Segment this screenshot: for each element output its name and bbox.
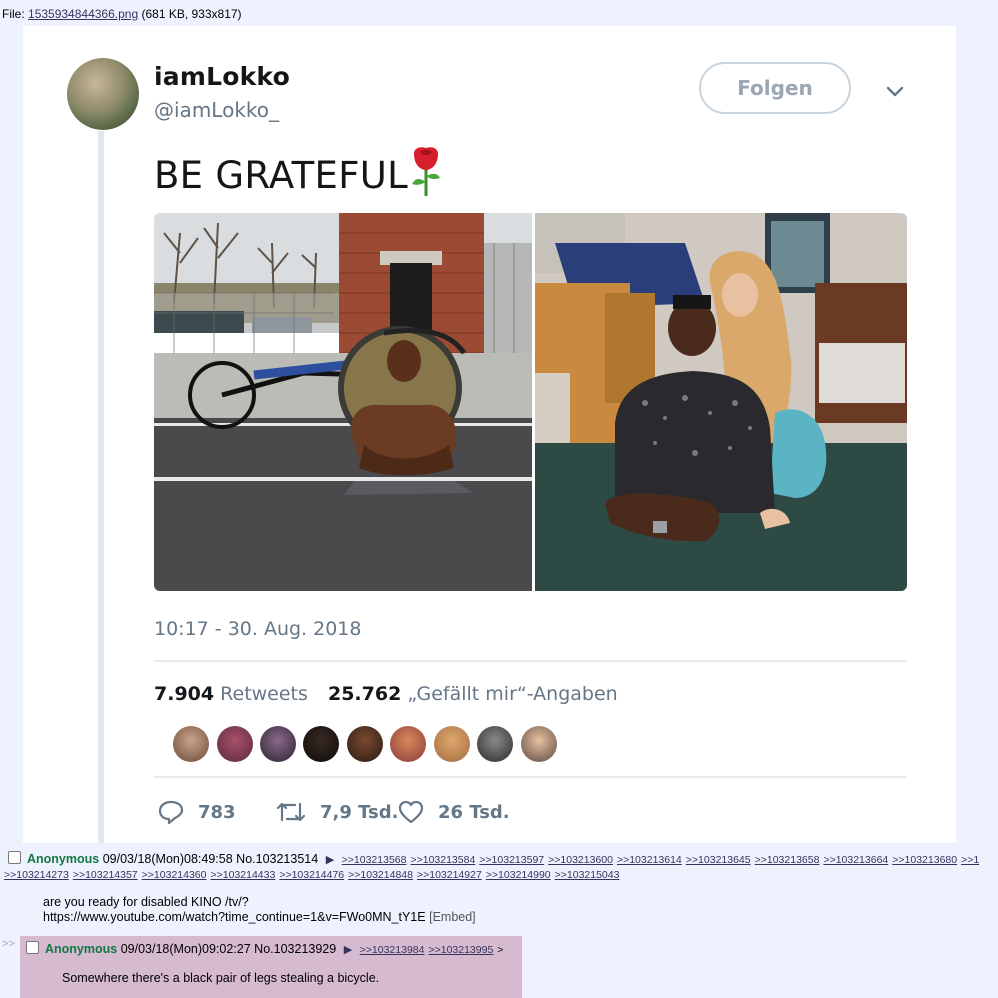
likes-label: „Gefällt mir“-Angaben xyxy=(407,683,618,705)
liker-avatar xyxy=(173,726,209,762)
backlink[interactable]: >>103214990 xyxy=(486,869,551,881)
backlink[interactable]: >>1 xyxy=(961,854,979,866)
liker-avatar xyxy=(217,726,253,762)
backlink[interactable]: >>103213614 xyxy=(617,854,682,866)
tweet-timestamp: 10:17 - 30. Aug. 2018 xyxy=(154,618,362,640)
display-name: iamLokko xyxy=(154,62,290,91)
reply-datetime: 09/03/18(Mon)09:02:27 xyxy=(120,942,251,956)
avatar xyxy=(67,58,139,130)
backlink[interactable]: >>103214357 xyxy=(73,869,138,881)
file-info: File: 1535934844366.png (681 KB, 933x817… xyxy=(2,7,242,21)
reply-backlink[interactable]: >>103213984 xyxy=(360,944,425,956)
backlink[interactable]: >>103213568 xyxy=(342,854,407,866)
backlink[interactable]: >>103214273 xyxy=(4,869,69,881)
embed-link[interactable]: [Embed] xyxy=(429,910,476,924)
liker-avatar xyxy=(260,726,296,762)
reply-backlink[interactable]: >>103213995 xyxy=(428,944,493,956)
post-header: Anonymous 09/03/18(Mon)08:49:58 No.10321… xyxy=(8,851,983,866)
follow-button: Folgen xyxy=(699,62,851,114)
photo-wheelchair-track xyxy=(154,213,532,591)
photo-dorm-room xyxy=(535,213,907,591)
post-image[interactable]: iamLokko @iamLokko_ Folgen BE GRATEFUL 1… xyxy=(23,26,956,843)
retweet-count: 7,9 Tsd. xyxy=(320,801,399,823)
reply-count: 783 xyxy=(198,801,236,823)
retweet-action: 7,9 Tsd. xyxy=(276,800,398,824)
thread-line xyxy=(98,131,104,843)
reply-arrows: >> xyxy=(2,938,15,950)
liker-avatar xyxy=(434,726,470,762)
rose-icon xyxy=(412,147,440,196)
like-count: 26 Tsd. xyxy=(438,801,510,823)
backlink[interactable]: >>103213584 xyxy=(410,854,475,866)
post-menu-arrow[interactable]: ▶ xyxy=(326,854,334,866)
backlink[interactable]: >>103214848 xyxy=(348,869,413,881)
reply-backlink-trail: > xyxy=(497,944,504,956)
backlinks-row2: >>103214273 >>103214357 >>103214360 >>10321… xyxy=(4,869,623,881)
backlink[interactable]: >>103213680 xyxy=(892,854,957,866)
reply-menu-arrow[interactable]: ▶ xyxy=(344,944,352,956)
retweets-label: Retweets xyxy=(220,683,308,705)
liker-avatar xyxy=(477,726,513,762)
file-prefix: File: xyxy=(2,7,25,21)
liker-avatar xyxy=(347,726,383,762)
retweets-count: 7.904 xyxy=(154,683,215,705)
backlink[interactable]: >>103213597 xyxy=(479,854,544,866)
backlink[interactable]: >>103214360 xyxy=(142,869,207,881)
tweet-text: BE GRATEFUL xyxy=(154,154,409,197)
likes-count: 25.762 xyxy=(327,683,402,705)
backlink[interactable]: >>103214476 xyxy=(279,869,344,881)
tweet-photos xyxy=(154,213,907,591)
liker-avatar xyxy=(521,726,557,762)
like-action: 26 Tsd. xyxy=(398,800,510,824)
backlink[interactable]: >>103213664 xyxy=(823,854,888,866)
reply-action: 783 xyxy=(158,800,236,824)
poster-name: Anonymous xyxy=(27,852,100,866)
post-link-line: https://www.youtube.com/watch?time_conti… xyxy=(43,910,476,925)
backlink[interactable]: >>103213658 xyxy=(755,854,820,866)
reply-poster-name: Anonymous xyxy=(45,942,118,956)
backlink[interactable]: >>103213645 xyxy=(686,854,751,866)
retweet-icon xyxy=(276,802,306,822)
file-meta: (681 KB, 933x817) xyxy=(141,7,242,21)
reply-post: Anonymous 09/03/18(Mon)09:02:27 No.10321… xyxy=(20,936,522,998)
reply-checkbox[interactable] xyxy=(26,941,39,954)
post-body: are you ready for disabled KINO /tv/? ht… xyxy=(43,895,476,925)
reply-header: Anonymous 09/03/18(Mon)09:02:27 No.10321… xyxy=(26,941,503,956)
backlink[interactable]: >>103214927 xyxy=(417,869,482,881)
liker-avatar xyxy=(303,726,339,762)
liker-avatar xyxy=(390,726,426,762)
backlink[interactable]: >>103215043 xyxy=(555,869,620,881)
reply-body: Somewhere there's a black pair of legs s… xyxy=(62,971,380,985)
backlink[interactable]: >>103213600 xyxy=(548,854,613,866)
divider xyxy=(154,776,907,778)
reply-icon xyxy=(158,800,184,824)
divider xyxy=(154,660,907,662)
post-number[interactable]: No.103213514 xyxy=(236,852,318,866)
post-checkbox[interactable] xyxy=(8,851,21,864)
reply-number[interactable]: No.103213929 xyxy=(254,942,336,956)
youtube-url[interactable]: https://www.youtube.com/watch?time_conti… xyxy=(43,910,426,924)
handle: @iamLokko_ xyxy=(154,98,280,122)
file-link[interactable]: 1535934844366.png xyxy=(28,7,138,21)
backlink[interactable]: >>103214433 xyxy=(210,869,275,881)
chevron-down-icon xyxy=(886,86,904,97)
post-datetime: 09/03/18(Mon)08:49:58 xyxy=(102,852,233,866)
tweet-stats: 7.904 Retweets 25.762 „Gefällt mir“-Anga… xyxy=(154,683,632,705)
post-line: are you ready for disabled KINO /tv/? xyxy=(43,895,249,909)
backlinks-row1: >>103213568 >>103213584 >>103213597 >>10321… xyxy=(342,854,984,866)
heart-icon xyxy=(398,800,424,824)
